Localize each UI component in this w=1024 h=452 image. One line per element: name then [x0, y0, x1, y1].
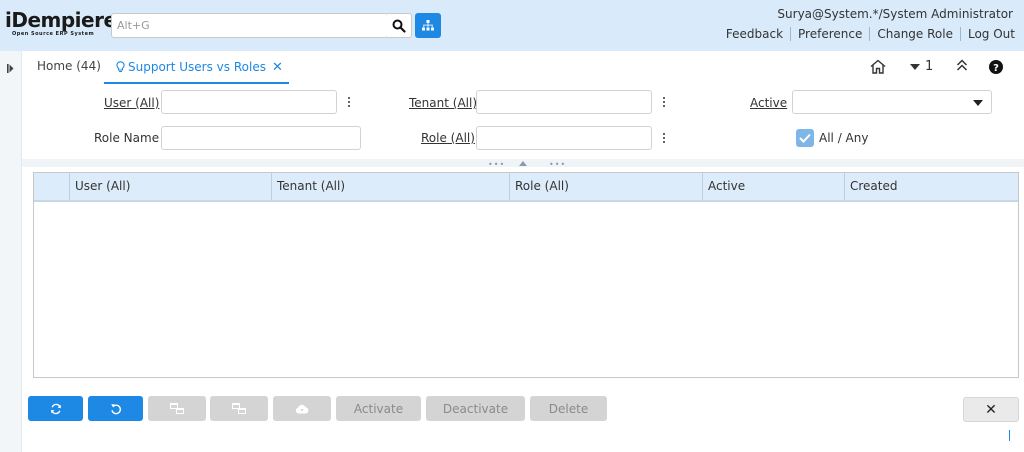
splitter-collapse-icon[interactable]: [519, 161, 527, 166]
window-link-icon: [232, 403, 246, 414]
collapse-header-button[interactable]: [956, 59, 968, 71]
app-header: iDempiere Open Source ERP System Surya@S…: [0, 0, 1024, 51]
active-select[interactable]: [792, 90, 992, 114]
double-chevron-up-icon: [956, 59, 968, 71]
activate-button[interactable]: Activate: [336, 396, 421, 421]
results-grid[interactable]: User (All) Tenant (All) Role (All) Activ…: [33, 172, 1019, 378]
column-role[interactable]: Role (All): [510, 173, 703, 200]
logo-subtitle: Open Source ERP System: [12, 31, 95, 37]
grid-header: User (All) Tenant (All) Role (All) Activ…: [34, 173, 1018, 202]
global-search-input[interactable]: [112, 14, 387, 37]
splitter-grip-left: •••: [488, 160, 506, 169]
tenant-field[interactable]: [476, 90, 652, 114]
tab-label: Support Users vs Roles: [128, 60, 266, 74]
column-created[interactable]: Created: [845, 173, 1018, 200]
user-info: Surya@System.*/System Administrator: [777, 7, 1013, 21]
expand-panel-icon: [7, 64, 14, 73]
caret-down-icon: [910, 63, 920, 70]
link-divider: [959, 27, 961, 41]
role-name-field[interactable]: [161, 126, 361, 150]
app-logo[interactable]: iDempiere Open Source ERP System: [5, 9, 117, 41]
column-active[interactable]: Active: [703, 173, 845, 200]
tenant-input[interactable]: [477, 91, 651, 113]
preference-link[interactable]: Preference: [798, 27, 862, 41]
tenant-label[interactable]: Tenant (All): [409, 96, 477, 110]
splitter-grip-right: •••: [549, 160, 567, 169]
refresh-button[interactable]: [28, 396, 83, 421]
global-search-field[interactable]: [111, 13, 388, 38]
all-any-checkbox[interactable]: [796, 129, 814, 147]
user-label[interactable]: User (All): [104, 96, 159, 110]
role-label[interactable]: Role (All): [421, 131, 475, 145]
logo-text: iDempiere: [5, 8, 117, 32]
link-divider: [869, 27, 871, 41]
export-button[interactable]: [273, 396, 331, 421]
user-field[interactable]: [161, 90, 337, 114]
panel-splitter[interactable]: ••• •••: [22, 159, 1024, 169]
deactivate-button[interactable]: Deactivate: [426, 396, 525, 421]
menu-tree-button[interactable]: [415, 13, 441, 38]
help-button[interactable]: ?: [989, 60, 1003, 74]
change-role-link[interactable]: Change Role: [877, 27, 953, 41]
search-icon: [392, 19, 406, 33]
lightbulb-icon: [116, 61, 125, 73]
role-name-input[interactable]: [162, 127, 360, 149]
user-input[interactable]: [162, 91, 336, 113]
sitemap-icon: [422, 20, 434, 31]
link-divider: [790, 27, 792, 41]
logout-link[interactable]: Log Out: [968, 27, 1015, 41]
tab-support-users-vs-roles[interactable]: Support Users vs Roles ✕: [104, 52, 289, 84]
status-indicator: [1009, 430, 1010, 441]
svg-text:?: ?: [993, 63, 999, 74]
window-count: 1: [925, 59, 934, 74]
delete-button[interactable]: Delete: [530, 396, 607, 421]
role-options-icon[interactable]: [661, 133, 667, 143]
window-link-icon: [170, 403, 184, 414]
role-name-label: Role Name: [94, 131, 160, 145]
zoom-button[interactable]: [148, 396, 206, 421]
close-tab-icon[interactable]: ✕: [272, 60, 283, 75]
west-panel-collapsed: [0, 51, 22, 452]
expand-west-panel-button[interactable]: [7, 62, 14, 76]
row-selector-column[interactable]: [34, 173, 70, 200]
home-icon: [870, 59, 886, 74]
dropdown-arrow-icon[interactable]: [973, 100, 983, 106]
tab-home[interactable]: Home (44): [37, 59, 101, 73]
undo-icon: [110, 403, 121, 414]
role-field[interactable]: [476, 126, 652, 150]
tenant-options-icon[interactable]: [661, 97, 667, 107]
column-user[interactable]: User (All): [70, 173, 272, 200]
reset-button[interactable]: [88, 396, 143, 421]
role-input[interactable]: [477, 127, 651, 149]
search-button[interactable]: [387, 13, 412, 38]
all-any-label: All / Any: [819, 131, 869, 145]
user-options-icon[interactable]: [346, 97, 352, 107]
active-label: Active: [750, 96, 788, 110]
header-links: Feedback Preference Change Role Log Out: [726, 27, 1015, 41]
window-list-button[interactable]: 1: [910, 59, 933, 74]
refresh-icon: [50, 403, 61, 414]
home-button[interactable]: [870, 59, 886, 74]
column-tenant[interactable]: Tenant (All): [272, 173, 510, 200]
feedback-link[interactable]: Feedback: [726, 27, 783, 41]
checkmark-icon: [799, 133, 811, 143]
help-icon: ?: [989, 60, 1003, 74]
zoom-across-button[interactable]: [210, 396, 268, 421]
close-button[interactable]: ✕: [963, 397, 1019, 422]
cloud-download-icon: [295, 404, 309, 413]
